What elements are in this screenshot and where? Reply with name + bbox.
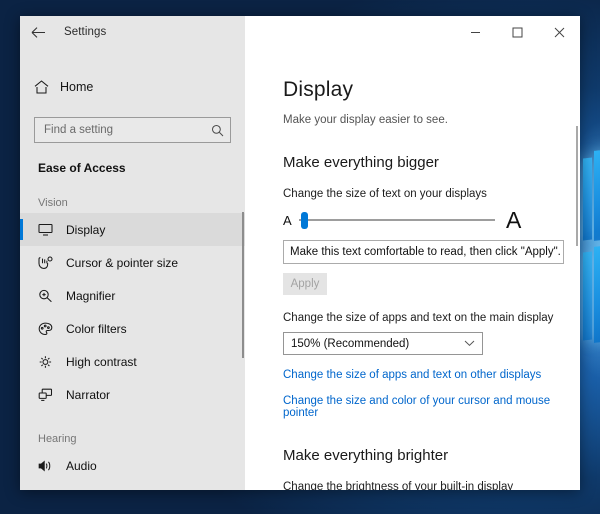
windows-logo-pane: [583, 252, 592, 341]
sidebar-item-magnifier[interactable]: Magnifier: [20, 279, 245, 312]
main-content: Display Make your display easier to see.…: [245, 48, 580, 490]
text-size-slider-track: [299, 219, 495, 221]
sun-burst-icon: [38, 355, 66, 369]
speaker-icon: [38, 459, 66, 473]
home-icon: [34, 80, 60, 94]
title-bar: Settings: [20, 16, 580, 48]
sidebar-home-label: Home: [60, 80, 93, 94]
chevron-down-icon: [464, 340, 475, 347]
windows-logo-pane: [583, 158, 592, 241]
back-arrow-icon[interactable]: [20, 16, 56, 48]
apply-button[interactable]: Apply: [283, 273, 327, 295]
maximize-icon[interactable]: [496, 16, 538, 48]
large-a-label: A: [506, 209, 521, 232]
sidebar-group-hearing-title: Hearing: [38, 433, 245, 445]
scale-dropdown-value: 150% (Recommended): [291, 338, 409, 350]
sidebar-item-narrator[interactable]: Narrator: [20, 378, 245, 411]
windows-logo-pane: [594, 245, 600, 343]
title-bar-left: Settings: [20, 16, 245, 48]
sidebar-item-label: Display: [66, 223, 105, 237]
settings-window: Settings Home: [20, 16, 580, 490]
sidebar-item-label: High contrast: [66, 355, 137, 369]
window-title: Settings: [64, 26, 106, 38]
window-controls: [245, 16, 580, 48]
sidebar: Home Ease of Access Vision: [20, 48, 245, 490]
sidebar-scrollbar[interactable]: [242, 212, 244, 358]
small-a-label: A: [283, 213, 299, 228]
sidebar-group-vision-title: Vision: [38, 197, 245, 209]
sidebar-item-high-contrast[interactable]: High contrast: [20, 345, 245, 378]
cursor-icon: [38, 256, 66, 270]
scale-dropdown[interactable]: 150% (Recommended): [283, 332, 483, 355]
sidebar-item-color-filters[interactable]: Color filters: [20, 312, 245, 345]
sidebar-category-title: Ease of Access: [38, 161, 245, 175]
main-scrollbar[interactable]: [576, 126, 578, 246]
magnifier-icon: [38, 289, 66, 303]
search-icon: [211, 124, 224, 137]
search-box[interactable]: [34, 117, 231, 143]
sidebar-item-home[interactable]: Home: [20, 70, 245, 104]
text-size-slider-row: A A: [283, 209, 580, 231]
page-title: Display: [283, 78, 580, 102]
palette-icon: [38, 322, 66, 336]
sidebar-item-label: Magnifier: [66, 289, 115, 303]
link-cursor-pointer[interactable]: Change the size and color of your cursor…: [283, 395, 580, 419]
window-body: Home Ease of Access Vision: [20, 48, 580, 490]
minimize-icon[interactable]: [454, 16, 496, 48]
sidebar-item-cursor-pointer-size[interactable]: Cursor & pointer size: [20, 246, 245, 279]
sidebar-item-display[interactable]: Display: [20, 213, 245, 246]
section-heading-bigger: Make everything bigger: [283, 154, 580, 171]
text-size-slider[interactable]: [299, 211, 495, 229]
search-input[interactable]: [44, 124, 211, 136]
scale-label: Change the size of apps and text on the …: [283, 312, 580, 324]
sidebar-item-label: Color filters: [66, 322, 127, 336]
sidebar-item-label: Cursor & pointer size: [66, 256, 178, 270]
monitor-icon: [38, 223, 66, 236]
sidebar-item-label: Audio: [66, 459, 97, 473]
page-subtitle: Make your display easier to see.: [283, 114, 580, 126]
sidebar-item-audio[interactable]: Audio: [20, 449, 245, 482]
brightness-label: Change the brightness of your built-in d…: [283, 481, 580, 490]
link-other-displays[interactable]: Change the size of apps and text on othe…: [283, 369, 580, 381]
narrator-icon: [38, 388, 66, 402]
sidebar-item-label: Narrator: [66, 388, 110, 402]
text-preview-box: Make this text comfortable to read, then…: [283, 240, 564, 264]
section-heading-brighter: Make everything brighter: [283, 447, 580, 464]
close-icon[interactable]: [538, 16, 580, 48]
text-size-label: Change the size of text on your displays: [283, 188, 580, 200]
windows-logo-pane: [594, 149, 600, 241]
text-size-slider-thumb[interactable]: [301, 212, 308, 229]
